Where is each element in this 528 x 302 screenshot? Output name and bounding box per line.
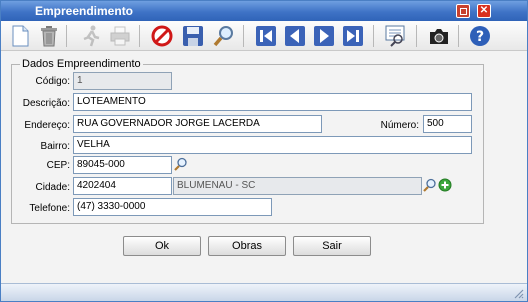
report-button[interactable] <box>384 24 408 48</box>
trash-icon <box>41 26 57 47</box>
codigo-field[interactable]: 1 <box>73 72 172 90</box>
toolbar-separator <box>416 25 417 47</box>
telefone-label: Telefone: <box>29 203 70 214</box>
first-record-icon <box>256 26 276 46</box>
first-record-button[interactable] <box>254 24 278 48</box>
numero-label: Número: <box>380 120 419 131</box>
bairro-label: Bairro: <box>40 141 70 152</box>
codigo-label: Código: <box>35 76 70 87</box>
new-document-icon <box>12 25 29 47</box>
endereco-label: Endereço: <box>24 120 70 131</box>
cidade-name-field[interactable]: BLUMENAU - SC <box>173 177 422 195</box>
previous-record-button[interactable] <box>283 24 307 48</box>
group-legend: Dados Empreendimento <box>22 58 141 70</box>
last-record-button[interactable] <box>341 24 365 48</box>
cancel-button[interactable] <box>150 24 174 48</box>
delete-button[interactable] <box>37 24 61 48</box>
add-cidade-icon[interactable] <box>438 178 452 192</box>
report-icon <box>385 25 405 47</box>
numero-field[interactable]: 500 <box>423 115 472 133</box>
print-icon <box>110 26 130 46</box>
run-icon <box>83 25 100 47</box>
previous-record-icon <box>285 26 305 46</box>
next-record-button[interactable] <box>312 24 336 48</box>
cep-field[interactable]: 89045-000 <box>73 156 172 174</box>
toolbar-separator <box>66 25 67 47</box>
run-button[interactable] <box>79 24 103 48</box>
camera-button[interactable] <box>427 24 451 48</box>
last-record-icon <box>343 26 363 46</box>
cidade-label: Cidade: <box>35 182 70 193</box>
cidade-search-icon[interactable] <box>423 178 437 192</box>
toolbar-separator <box>458 25 459 47</box>
new-document-button[interactable] <box>8 24 32 48</box>
search-button[interactable] <box>212 24 236 48</box>
sair-button[interactable]: Sair <box>293 236 371 256</box>
window: Empreendimento ✕ ? Dados Empreendimento … <box>0 0 528 302</box>
bairro-field[interactable]: VELHA <box>73 136 472 154</box>
camera-icon <box>430 29 448 44</box>
endereco-field[interactable]: RUA GOVERNADOR JORGE LACERDA <box>73 115 322 133</box>
cep-label: CEP: <box>46 160 70 171</box>
close-icon: ✕ <box>479 5 489 16</box>
minimize-icon <box>459 7 467 15</box>
cidade-code-field[interactable]: 4202404 <box>73 177 172 195</box>
help-icon: ? <box>470 26 490 46</box>
toolbar-separator <box>139 25 140 47</box>
cancel-icon <box>151 25 173 47</box>
status-bar <box>1 283 527 301</box>
descricao-field[interactable]: LOTEAMENTO <box>73 93 472 111</box>
next-record-icon <box>314 26 334 46</box>
close-button[interactable]: ✕ <box>477 4 491 18</box>
search-icon <box>213 26 233 47</box>
window-title: Empreendimento <box>35 4 134 18</box>
toolbar-separator <box>373 25 374 47</box>
ok-button[interactable]: Ok <box>123 236 201 256</box>
descricao-label: Descrição: <box>22 98 70 109</box>
save-button[interactable] <box>181 24 205 48</box>
minimize-button[interactable] <box>456 4 470 18</box>
resize-grip-icon[interactable] <box>512 287 524 299</box>
obras-button[interactable]: Obras <box>208 236 286 256</box>
help-button[interactable]: ? <box>468 24 492 48</box>
toolbar-separator <box>243 25 244 47</box>
cep-search-icon[interactable] <box>174 157 188 171</box>
telefone-field[interactable]: (47) 3330-0000 <box>73 198 272 216</box>
save-icon <box>183 26 203 46</box>
svg-text:?: ? <box>476 29 484 45</box>
toolbar: ? <box>1 21 527 51</box>
title-bar[interactable]: Empreendimento ✕ <box>1 1 527 21</box>
print-button[interactable] <box>108 24 132 48</box>
